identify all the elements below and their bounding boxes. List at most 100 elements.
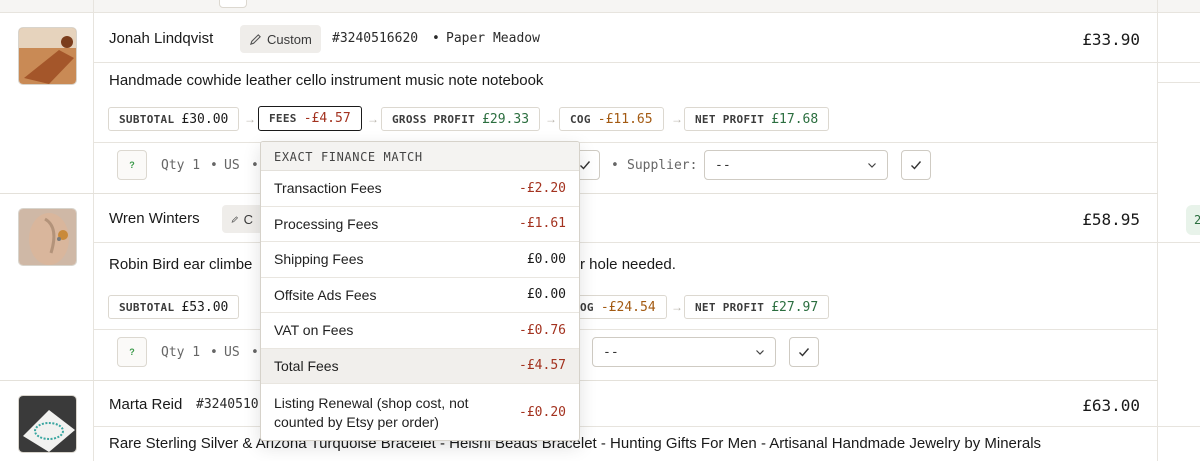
bullet: • xyxy=(251,158,259,173)
save-supplier-button[interactable] xyxy=(901,150,931,180)
fee-row-vat: VAT on Fees -£0.76 xyxy=(261,313,579,349)
toolbar-button[interactable] xyxy=(219,0,247,8)
pill-value: £53.00 xyxy=(181,299,229,315)
bullet: • xyxy=(210,158,218,173)
arrow-right-icon: → xyxy=(671,300,683,314)
subtotal-pill[interactable]: SUBTOTAL £30.00 xyxy=(108,107,240,131)
supplier-label: Supplier: xyxy=(627,158,698,173)
shop-name: Paper Meadow xyxy=(446,31,540,46)
quantity-badge[interactable]: ? xyxy=(117,337,147,367)
pill-label: FEES xyxy=(269,112,297,125)
check-icon xyxy=(580,161,591,170)
customer-name[interactable]: Marta Reid xyxy=(109,396,182,413)
column-divider xyxy=(1157,0,1158,461)
fee-label: Processing Fees xyxy=(274,215,379,232)
arrow-right-icon: → xyxy=(244,112,256,126)
pencil-icon xyxy=(249,33,261,45)
chevron-down-icon xyxy=(868,163,876,168)
supplier-select[interactable]: -- xyxy=(592,337,776,367)
fee-value: -£1.61 xyxy=(519,216,566,232)
fee-label: Shipping Fees xyxy=(274,251,364,268)
fee-row-offsite-ads: Offsite Ads Fees £0.00 xyxy=(261,278,579,313)
fee-label: Transaction Fees xyxy=(274,180,382,197)
popover-header: EXACT FINANCE MATCH xyxy=(261,142,579,171)
fee-value: -£2.20 xyxy=(519,180,566,196)
fee-value: £0.00 xyxy=(526,287,566,303)
fee-label: Listing Renewal (shop cost, not counted … xyxy=(274,394,469,430)
quantity-badge[interactable]: ? xyxy=(117,150,147,180)
row-divider xyxy=(93,329,1158,330)
arrow-right-icon: → xyxy=(671,112,683,126)
save-supplier-button[interactable] xyxy=(789,337,819,367)
supplier-value: -- xyxy=(715,157,731,173)
fee-value: -£0.76 xyxy=(519,322,566,338)
check-icon xyxy=(911,161,922,170)
fees-breakdown-popover: EXACT FINANCE MATCH Transaction Fees -£2… xyxy=(260,141,580,441)
pencil-icon xyxy=(231,215,238,223)
product-title-end: r hole needed. xyxy=(580,256,676,273)
pill-value: -£4.57 xyxy=(303,111,351,126)
fee-row-shipping: Shipping Fees £0.00 xyxy=(261,242,579,278)
order-number[interactable]: #3240510 xyxy=(196,397,259,412)
chevron-down-icon xyxy=(756,350,764,355)
product-thumbnail[interactable] xyxy=(18,395,77,453)
fee-label: Offsite Ads Fees xyxy=(274,286,377,303)
net-profit-pill[interactable]: NET PROFIT £27.97 xyxy=(684,295,830,319)
pill-label: OG xyxy=(580,300,594,314)
top-toolbar xyxy=(0,0,1200,13)
quantity-text: Qty 1 xyxy=(161,158,201,173)
quantity-text: Qty 1 xyxy=(161,345,201,360)
order-price: £63.00 xyxy=(1082,396,1140,415)
pill-label: COG xyxy=(570,112,591,126)
gross-profit-pill[interactable]: GROSS PROFIT £29.33 xyxy=(381,107,541,131)
pill-label: NET PROFIT xyxy=(695,300,765,314)
fee-value: £0.00 xyxy=(526,251,566,267)
custom-button[interactable]: C xyxy=(222,205,262,233)
fee-row-total: Total Fees -£4.57 xyxy=(261,348,579,384)
order-price: £58.95 xyxy=(1082,210,1140,229)
order-number[interactable]: #3240516620 xyxy=(332,31,418,46)
fee-row-processing: Processing Fees -£1.61 xyxy=(261,207,579,242)
pill-value: £30.00 xyxy=(181,111,229,127)
country-code: US xyxy=(224,158,240,173)
fee-row-transaction: Transaction Fees -£2.20 xyxy=(261,171,579,207)
fee-row-listing-renewal: Listing Renewal (shop cost, not counted … xyxy=(261,384,579,440)
cog-pill[interactable]: COG -£11.65 xyxy=(559,107,664,131)
column-divider xyxy=(93,0,94,461)
fee-label: Total Fees xyxy=(274,357,339,374)
row-divider xyxy=(93,62,1200,63)
supplier-select[interactable]: -- xyxy=(704,150,888,180)
product-title: Handmade cowhide leather cello instrumen… xyxy=(109,72,544,89)
row-divider xyxy=(93,142,1158,143)
fee-label: VAT on Fees xyxy=(274,322,354,339)
pill-label: SUBTOTAL xyxy=(119,112,175,126)
cog-pill[interactable]: OG -£24.54 xyxy=(580,295,667,319)
side-chip[interactable]: 2 xyxy=(1186,205,1200,235)
arrow-right-icon: → xyxy=(545,112,557,126)
customer-name[interactable]: Wren Winters xyxy=(109,210,200,227)
arrow-right-icon: → xyxy=(367,112,379,126)
custom-label: C xyxy=(243,211,253,227)
subtotal-pill[interactable]: SUBTOTAL £53.00 xyxy=(108,295,240,319)
pill-value: -£24.54 xyxy=(600,299,656,315)
custom-label: Custom xyxy=(267,31,312,47)
pill-value: -£11.65 xyxy=(597,111,653,127)
product-title: Robin Bird ear climbe xyxy=(109,256,253,273)
supplier-value: -- xyxy=(603,344,619,360)
order-price: £33.90 xyxy=(1082,30,1140,49)
customer-name[interactable]: Jonah Lindqvist xyxy=(109,30,213,47)
check-icon xyxy=(799,348,810,357)
bullet: • xyxy=(611,158,619,173)
fee-value: -£0.20 xyxy=(519,405,566,420)
pill-label: NET PROFIT xyxy=(695,112,765,126)
product-thumbnail[interactable] xyxy=(18,208,77,266)
bullet: • xyxy=(251,345,259,360)
net-profit-pill[interactable]: NET PROFIT £17.68 xyxy=(684,107,830,131)
bullet: • xyxy=(432,31,440,46)
custom-button[interactable]: Custom xyxy=(240,25,321,53)
pill-value: £29.33 xyxy=(482,111,530,127)
bullet: • xyxy=(210,345,218,360)
product-thumbnail[interactable] xyxy=(18,27,77,85)
fees-pill[interactable]: FEES -£4.57 xyxy=(258,106,362,131)
row-divider xyxy=(1157,82,1200,83)
